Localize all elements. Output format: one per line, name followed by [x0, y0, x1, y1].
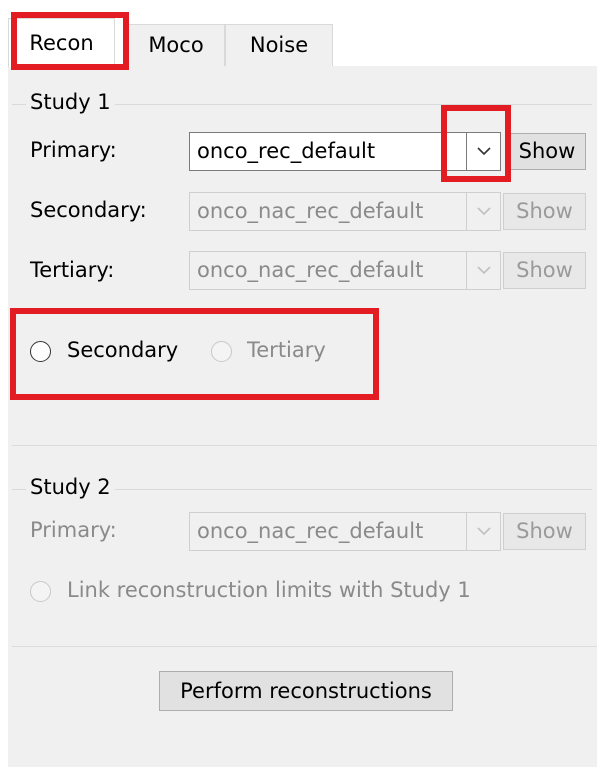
study2-primary-show-button[interactable]: Show — [503, 513, 586, 550]
chevron-down-icon[interactable] — [466, 193, 500, 230]
secondary-select[interactable]: onco_nac_rec_default — [189, 192, 501, 231]
study2-title: Study 2 — [26, 475, 115, 499]
tertiary-select-value: onco_nac_rec_default — [197, 258, 424, 282]
secondary-label: Secondary: — [30, 198, 147, 222]
tertiary-select[interactable]: onco_nac_rec_default — [189, 251, 501, 290]
study1-divider — [12, 445, 597, 446]
secondary-show-button[interactable]: Show — [503, 193, 586, 230]
primary-show-button[interactable]: Show — [508, 133, 586, 170]
study2-primary-label: Primary: — [30, 518, 117, 542]
primary-select-value: onco_rec_default — [197, 139, 376, 163]
radio-link-limits[interactable] — [30, 581, 51, 602]
chevron-down-icon[interactable] — [466, 513, 500, 550]
chevron-down-icon[interactable] — [466, 252, 500, 289]
tertiary-label: Tertiary: — [30, 258, 115, 282]
study1-title: Study 1 — [26, 90, 115, 114]
study2-primary-select[interactable]: onco_nac_rec_default — [189, 512, 501, 551]
tertiary-show-button[interactable]: Show — [503, 252, 586, 289]
tab-moco[interactable]: Moco — [127, 24, 225, 66]
highlight-dropdown-arrow — [441, 105, 511, 182]
study2-primary-select-value: onco_nac_rec_default — [197, 519, 424, 543]
tab-noise[interactable]: Noise — [225, 24, 333, 66]
primary-label: Primary: — [30, 138, 117, 162]
study2-divider — [12, 646, 597, 647]
secondary-select-value: onco_nac_rec_default — [197, 199, 424, 223]
radio-link-limits-label: Link reconstruction limits with Study 1 — [67, 578, 471, 602]
perform-reconstructions-button[interactable]: Perform reconstructions — [159, 671, 453, 711]
highlight-recon-tab — [11, 12, 129, 70]
highlight-radio-group — [10, 308, 379, 400]
